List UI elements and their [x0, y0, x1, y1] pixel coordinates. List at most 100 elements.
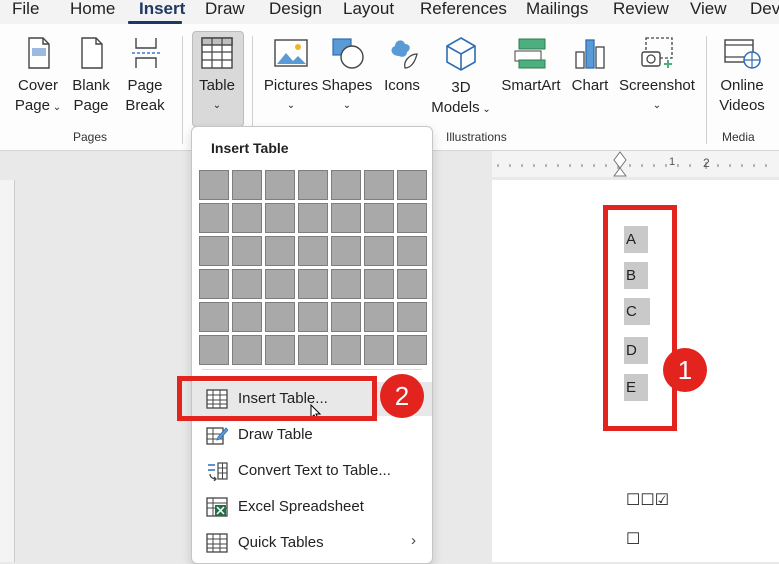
online-videos-button[interactable]: Online Videos [712, 36, 772, 116]
cover-page-label-1: Cover [17, 77, 58, 94]
3d-models-button[interactable]: 3D Models ⌄ [428, 36, 494, 120]
grid-cell[interactable] [331, 203, 361, 233]
grid-cell[interactable] [364, 269, 394, 299]
grid-cell[interactable] [331, 269, 361, 299]
menu-bar: File Home Insert Draw Design Layout Refe… [0, 0, 779, 24]
menu-home[interactable]: Home [70, 0, 115, 19]
grid-cell[interactable] [397, 170, 427, 200]
screenshot-label: Screenshot [619, 77, 695, 94]
grid-cell[interactable] [232, 170, 262, 200]
3d-models-label-2: Models [431, 99, 480, 116]
grid-cell[interactable] [199, 335, 229, 365]
grid-cell[interactable] [265, 236, 295, 266]
cover-page-button[interactable]: Cover Page ⌄ [10, 36, 66, 118]
grid-cell[interactable] [364, 302, 394, 332]
grid-cell[interactable] [232, 302, 262, 332]
draw-table-label: Draw Table [238, 426, 313, 443]
table-button[interactable]: Table ⌄ [193, 36, 241, 116]
grid-cell[interactable] [232, 269, 262, 299]
chevron-right-icon: › [411, 532, 416, 549]
media-group-label: Media [722, 130, 755, 144]
menu-references[interactable]: References [420, 0, 507, 19]
grid-cell[interactable] [331, 236, 361, 266]
grid-cell[interactable] [265, 302, 295, 332]
shapes-button[interactable]: Shapes ⌄ [320, 36, 374, 116]
page-break-button[interactable]: Page Break [121, 36, 169, 116]
grid-cell[interactable] [397, 302, 427, 332]
excel-spreadsheet-item[interactable]: Excel Spreadsheet [192, 490, 432, 524]
shapes-icon [332, 38, 364, 69]
menu-mailings[interactable]: Mailings [526, 0, 588, 19]
grid-cell[interactable] [364, 170, 394, 200]
checkbox-row-1[interactable]: ☐☐☑ [626, 490, 669, 510]
grid-cell[interactable] [232, 236, 262, 266]
grid-cell[interactable] [199, 203, 229, 233]
grid-cell[interactable] [397, 203, 427, 233]
blank-page-button[interactable]: Blank Page [68, 36, 114, 116]
grid-cell[interactable] [298, 236, 328, 266]
step-badge-2: 2 [380, 374, 424, 418]
grid-cell[interactable] [199, 302, 229, 332]
excel-icon [206, 497, 228, 517]
vertical-ruler [0, 180, 15, 562]
blank-page-icon [81, 37, 103, 69]
grid-cell[interactable] [298, 335, 328, 365]
grid-cell[interactable] [298, 302, 328, 332]
menu-insert[interactable]: Insert [139, 0, 185, 19]
grid-cell[interactable] [265, 335, 295, 365]
menu-design[interactable]: Design [269, 0, 322, 19]
quick-tables-item[interactable]: Quick Tables › [192, 526, 432, 560]
ruler-mark-1: 1 [669, 156, 676, 168]
chart-button[interactable]: Chart [568, 36, 612, 96]
page-break-icon [132, 38, 160, 68]
grid-cell[interactable] [331, 170, 361, 200]
grid-cell[interactable] [364, 335, 394, 365]
grid-cell[interactable] [397, 335, 427, 365]
grid-cell[interactable] [265, 203, 295, 233]
menu-file[interactable]: File [12, 0, 39, 19]
chevron-down-icon: ⌄ [286, 100, 296, 111]
icons-label: Icons [384, 77, 420, 94]
menu-developer[interactable]: Dev [750, 0, 779, 19]
convert-text-to-table-label: Convert Text to Table... [238, 462, 391, 479]
menu-view[interactable]: View [690, 0, 727, 19]
grid-cell[interactable] [364, 236, 394, 266]
screenshot-button[interactable]: Screenshot ⌄ [618, 36, 696, 116]
convert-text-to-table-item[interactable]: Convert Text to Table... [192, 454, 432, 488]
pencil-table-icon [206, 427, 228, 445]
smartart-button[interactable]: SmartArt [498, 36, 564, 96]
table-label: Table [199, 77, 235, 94]
chart-icon [575, 39, 605, 69]
grid-cell[interactable] [364, 203, 394, 233]
3d-models-label-1: 3D [451, 79, 471, 96]
grid-cell[interactable] [298, 269, 328, 299]
grid-cell[interactable] [298, 203, 328, 233]
grid-cell[interactable] [331, 302, 361, 332]
insert-table-dropdown: Insert Table Insert Table... Draw Table … [191, 126, 433, 564]
icons-button[interactable]: Icons [380, 36, 424, 96]
chevron-down-icon: ⌄ [479, 104, 491, 115]
grid-cell[interactable] [199, 269, 229, 299]
grid-cell[interactable] [298, 170, 328, 200]
blank-page-label-1: Blank [72, 77, 110, 94]
grid-cell[interactable] [232, 203, 262, 233]
online-video-icon [724, 39, 761, 69]
grid-cell[interactable] [199, 236, 229, 266]
checkbox-row-2[interactable]: ☐ [626, 529, 640, 549]
chart-label: Chart [571, 77, 609, 94]
grid-cell[interactable] [331, 335, 361, 365]
menu-review[interactable]: Review [613, 0, 669, 19]
pictures-button[interactable]: Pictures ⌄ [262, 36, 320, 116]
grid-cell[interactable] [232, 335, 262, 365]
menu-layout[interactable]: Layout [343, 0, 394, 19]
grid-cell[interactable] [265, 269, 295, 299]
draw-table-item[interactable]: Draw Table [192, 418, 432, 452]
grid-cell[interactable] [199, 170, 229, 200]
grid-cell[interactable] [265, 170, 295, 200]
horizontal-ruler[interactable]: 1 2 [492, 151, 779, 177]
grid-cell[interactable] [397, 269, 427, 299]
illustrations-group-label: Illustrations [446, 130, 507, 144]
dropdown-separator [202, 369, 422, 370]
grid-cell[interactable] [397, 236, 427, 266]
menu-draw[interactable]: Draw [205, 0, 245, 19]
